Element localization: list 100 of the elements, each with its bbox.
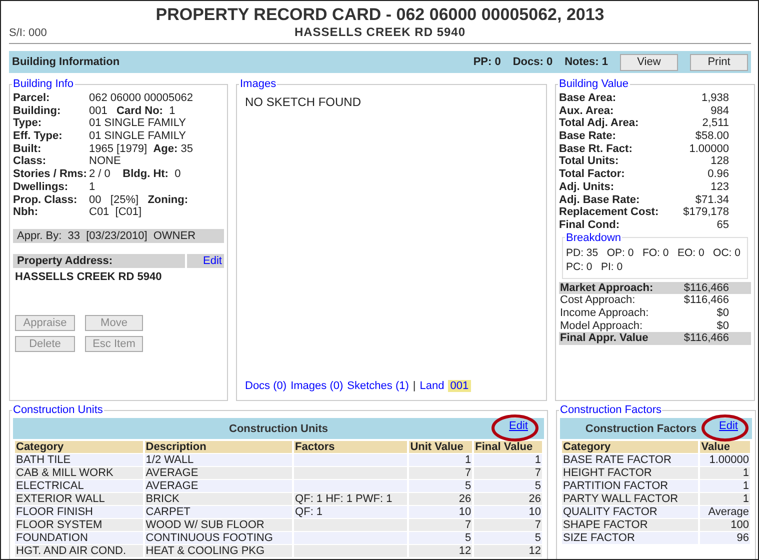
field-label: Prop. Class: xyxy=(13,194,78,206)
value-label: Total Factor: xyxy=(559,168,625,181)
value-amount: $116,466 xyxy=(684,294,729,307)
field-value: 00 [25%] Zoning: xyxy=(89,194,190,206)
table-cell: SIZE FACTOR xyxy=(562,532,698,544)
value-amount: $116,466 xyxy=(684,282,729,294)
breakdown-line: PD: 35 OP: 0 FO: 0 EO: 0 OC: 0 xyxy=(566,246,742,260)
toolbar-title: Building Information xyxy=(12,56,120,68)
table-cell: 10 xyxy=(409,506,472,518)
land-code: 001 xyxy=(448,380,471,392)
value-label: Final Appr. Value xyxy=(560,332,648,345)
table-cell: 7 xyxy=(409,467,472,479)
toolbar-button[interactable]: Print xyxy=(690,54,748,70)
table-cell: 12 xyxy=(474,545,542,557)
table-cell: 26 xyxy=(409,493,472,505)
value-label: Replacement Cost: xyxy=(559,206,659,219)
value-label: Base Rt. Fact: xyxy=(559,142,632,156)
toolbar-button[interactable]: View xyxy=(620,54,678,70)
value-amount: $0 xyxy=(716,306,729,320)
table-cell: 1 xyxy=(700,493,750,505)
address-label: Property Address: xyxy=(13,254,185,268)
column-header: Category xyxy=(562,441,698,453)
table-cell: AVERAGE xyxy=(144,467,292,479)
count-label: PP: 0 xyxy=(473,56,501,68)
table-cell: 1 xyxy=(700,480,750,492)
value-label: Aux. Area: xyxy=(559,104,614,118)
table-cell: 5 xyxy=(474,480,542,492)
table-cell: 12 xyxy=(409,545,472,557)
value-label: Total Adj. Area: xyxy=(559,117,639,130)
table-cell: 1 xyxy=(474,454,542,466)
table-cell: 1.00000 xyxy=(700,454,750,466)
table-title: Construction Factors xyxy=(585,422,697,434)
table-cell: 26 xyxy=(474,493,542,505)
table-title: Construction Units xyxy=(229,422,328,434)
value-label: Total Units: xyxy=(559,155,619,168)
table-cell: SHAPE FACTOR xyxy=(562,519,698,531)
value-amount: 123 xyxy=(710,180,729,194)
table-cell: 5 xyxy=(474,532,542,544)
column-header: Factors xyxy=(294,441,408,453)
value-amount: 2,511 xyxy=(702,117,729,130)
table-cell: 5 xyxy=(409,532,472,544)
value-amount: $58.00 xyxy=(695,130,729,143)
column-header: Description xyxy=(144,441,292,453)
value-label: Adj. Base Rate: xyxy=(559,194,640,206)
value-amount: 1.00000 xyxy=(689,142,729,156)
table-cell: HEAT & COOLING PKG xyxy=(144,545,292,557)
field-label: Building: xyxy=(13,104,62,118)
value-label: Model Approach: xyxy=(560,320,643,332)
section-legend: Images xyxy=(239,78,278,90)
breakdown-line: PC: 0 PI: 0 xyxy=(566,260,624,274)
value-amount: $116,466 xyxy=(684,332,729,345)
no-sketch-message: NO SKETCH FOUND xyxy=(244,94,362,111)
table-cell: 100 xyxy=(700,519,750,531)
value-amount: 1,938 xyxy=(701,92,729,105)
table-cell: 7 xyxy=(474,519,542,531)
value-label: Adj. Units: xyxy=(559,180,614,194)
table-cell: FOUNDATION xyxy=(15,532,143,544)
value-amount: 65 xyxy=(716,218,729,232)
table-cell: 96 xyxy=(700,532,750,544)
table-cell: QUALITY FACTOR xyxy=(562,506,698,518)
column-header: Final Value xyxy=(474,441,542,453)
property-address: HASSELLS CREEK RD 5940 xyxy=(14,270,163,285)
si-number: S/I: 000 xyxy=(9,27,48,39)
value-amount: $71.34 xyxy=(695,194,729,206)
table-cell: FLOOR SYSTEM xyxy=(15,519,143,531)
table-cell: Average xyxy=(700,506,750,518)
table-cell: QF: 1 xyxy=(294,506,408,518)
table-cell: WOOD W/ SUB FLOOR xyxy=(144,519,292,531)
count-label: Notes: 1 xyxy=(564,56,608,68)
field-label: Eff. Type: xyxy=(13,130,64,143)
table-cell: BATH TILE xyxy=(15,454,143,466)
value-label: Final Cond: xyxy=(559,218,620,232)
column-header: Value xyxy=(700,441,750,453)
table-cell: 7 xyxy=(474,467,542,479)
value-label: Income Approach: xyxy=(560,306,649,320)
value-amount: $179,178 xyxy=(683,206,729,219)
count-label: Docs: 0 xyxy=(512,56,553,68)
table-cell: CARPET xyxy=(144,506,292,518)
value-amount: $0 xyxy=(716,320,729,332)
document-link[interactable]: Docs (0) xyxy=(245,380,287,392)
section-legend: Breakdown xyxy=(565,232,622,244)
link-separator: | xyxy=(412,380,416,392)
field-label: Type: xyxy=(13,117,43,130)
table-cell: BASE RATE FACTOR xyxy=(562,454,698,466)
section-legend: Construction Factors xyxy=(559,404,662,416)
table-cell: HGT. AND AIR COND. xyxy=(15,545,143,557)
document-link[interactable]: Land xyxy=(420,380,444,392)
column-header: Unit Value xyxy=(409,441,472,453)
section-legend: Construction Units xyxy=(12,404,104,416)
document-link[interactable]: Images (0) xyxy=(290,380,344,392)
field-value: 001 Card No: 1 xyxy=(89,104,176,118)
column-header: Category xyxy=(15,441,143,453)
edit-link[interactable]: Edit xyxy=(187,254,224,268)
field-value: 1 xyxy=(89,180,96,194)
value-amount: 128 xyxy=(710,155,729,168)
table-cell: 10 xyxy=(474,506,542,518)
field-value: 062 06000 00005062 xyxy=(89,92,194,105)
table-cell: BRICK xyxy=(144,493,292,505)
document-link[interactable]: Sketches (1) xyxy=(347,380,409,392)
value-amount: 984 xyxy=(710,104,729,118)
